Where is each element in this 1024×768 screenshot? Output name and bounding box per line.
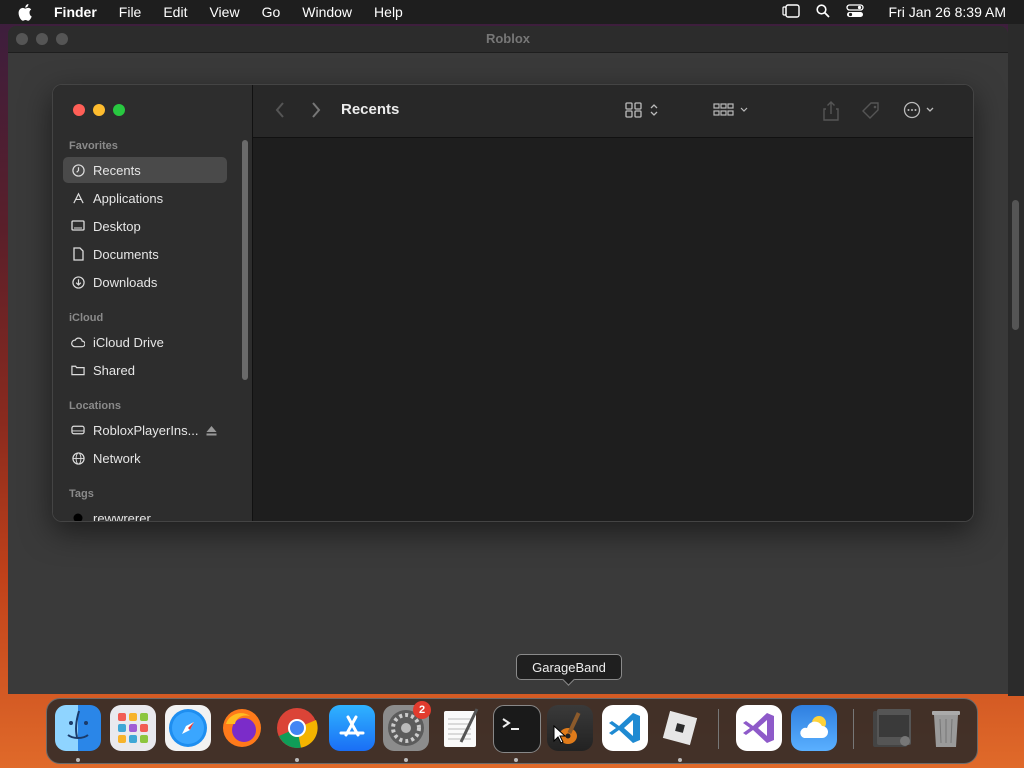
- background-window-scrollbar: [1008, 24, 1024, 696]
- desktop-icon: [71, 219, 85, 233]
- running-indicator: [76, 758, 80, 762]
- menu-view[interactable]: View: [209, 4, 239, 20]
- trash-icon[interactable]: [923, 705, 969, 751]
- group-icon[interactable]: [713, 101, 751, 119]
- sidebar-item-label: Network: [93, 450, 141, 466]
- menu-help[interactable]: Help: [374, 4, 403, 20]
- menu-file[interactable]: File: [119, 4, 142, 20]
- shared-folder-icon: [71, 363, 85, 377]
- tag-dot-icon: [71, 511, 85, 521]
- terminal-app-icon[interactable]: [493, 705, 541, 753]
- firefox-app-icon[interactable]: [219, 705, 265, 751]
- tags-label: Tags: [69, 488, 94, 500]
- forward-icon[interactable]: [311, 101, 321, 119]
- sidebar-item-label: rewwrerer: [93, 510, 151, 522]
- sidebar-item-label: Shared: [93, 362, 135, 378]
- tag-icon[interactable]: [861, 101, 881, 121]
- apple-icon[interactable]: [18, 3, 36, 21]
- close-button[interactable]: [73, 104, 85, 116]
- network-icon: [71, 451, 85, 465]
- safari-app-icon[interactable]: [165, 705, 211, 751]
- sidebar-item-applications[interactable]: Applications: [63, 185, 227, 211]
- sidebar-item-desktop[interactable]: Desktop: [63, 213, 227, 239]
- download-icon: [71, 275, 85, 289]
- finder-content-area[interactable]: [253, 138, 973, 521]
- running-indicator: [404, 758, 408, 762]
- sidebar-item-label: RobloxPlayerIns...: [93, 422, 199, 438]
- mouse-cursor-icon: [553, 725, 567, 744]
- running-indicator: [514, 758, 518, 762]
- dock-tooltip: GarageBand: [516, 654, 622, 680]
- sidebar-item-label: iCloud Drive: [93, 334, 164, 350]
- sidebar-item-documents[interactable]: Documents: [63, 241, 227, 267]
- cloud-icon: [71, 335, 85, 349]
- running-indicator: [678, 758, 682, 762]
- finder-window: Favorites Recents Applications Desktop D…: [52, 84, 974, 522]
- finder-title: Recents: [341, 101, 400, 118]
- back-icon[interactable]: [275, 101, 285, 119]
- menu-edit[interactable]: Edit: [163, 4, 187, 20]
- sidebar-item-label: Downloads: [93, 274, 158, 290]
- visual-studio-app-icon[interactable]: [736, 705, 782, 751]
- sidebar-item-tag[interactable]: rewwrerer: [63, 505, 227, 522]
- menu-go[interactable]: Go: [262, 4, 281, 20]
- dock: 2: [46, 698, 978, 764]
- dock-separator: [718, 709, 719, 749]
- disk-icon: [71, 423, 85, 437]
- window-title: Roblox: [485, 31, 531, 46]
- running-indicator: [295, 758, 299, 762]
- finder-app-icon[interactable]: [55, 705, 101, 751]
- sidebar-item-label: Recents: [93, 162, 141, 178]
- scrollbar-thumb[interactable]: [1012, 200, 1019, 330]
- dock-separator: [853, 709, 854, 749]
- favorites-label: Favorites: [69, 140, 118, 152]
- finder-toolbar: Recents: [253, 85, 973, 138]
- sidebar-item-label: Desktop: [93, 218, 141, 234]
- sidebar-scrollbar[interactable]: [242, 140, 248, 380]
- finder-sidebar: Favorites Recents Applications Desktop D…: [53, 85, 253, 521]
- app-store-icon[interactable]: [329, 705, 375, 751]
- menu-bar: Finder File Edit View Go Window Help Fri…: [0, 0, 1024, 24]
- sidebar-item-icloud-drive[interactable]: iCloud Drive: [63, 329, 227, 355]
- icloud-label: iCloud: [69, 312, 104, 324]
- locations-label: Locations: [69, 400, 121, 412]
- more-icon[interactable]: [903, 101, 937, 119]
- downloads-stack-icon[interactable]: [869, 705, 915, 751]
- menu-window[interactable]: Window: [302, 4, 352, 20]
- sidebar-item-downloads[interactable]: Downloads: [63, 269, 227, 295]
- share-icon[interactable]: [823, 101, 839, 121]
- control-center-icon[interactable]: [846, 3, 865, 21]
- system-settings-app-icon[interactable]: 2: [383, 701, 431, 751]
- sidebar-item-network[interactable]: Network: [63, 445, 227, 471]
- zoom-button[interactable]: [113, 104, 125, 116]
- applications-icon: [71, 191, 85, 205]
- notification-badge: 2: [413, 701, 431, 719]
- roblox-app-icon[interactable]: [657, 705, 703, 751]
- view-grid-icon[interactable]: [625, 101, 661, 119]
- sidebar-item-label: Documents: [93, 246, 159, 262]
- sidebar-item-robloxplayer-disk[interactable]: RobloxPlayerIns...: [63, 417, 227, 443]
- vscode-app-icon[interactable]: [602, 705, 648, 751]
- sidebar-item-shared[interactable]: Shared: [63, 357, 227, 383]
- document-icon: [71, 247, 85, 261]
- minimize-button[interactable]: [93, 104, 105, 116]
- launchpad-app-icon[interactable]: [110, 705, 156, 751]
- menu-finder[interactable]: Finder: [54, 4, 97, 20]
- sidebar-item-label: Applications: [93, 190, 164, 206]
- roblox-titlebar: Roblox: [8, 26, 1008, 53]
- menu-clock[interactable]: Fri Jan 26 8:39 AM: [888, 4, 1006, 20]
- sidebar-item-recents[interactable]: Recents: [63, 157, 227, 183]
- textedit-app-icon[interactable]: [438, 705, 484, 751]
- weather-app-icon[interactable]: [791, 705, 837, 751]
- eject-icon[interactable]: [206, 424, 217, 439]
- stage-manager-icon[interactable]: [782, 3, 801, 21]
- chrome-app-icon[interactable]: [274, 705, 320, 751]
- search-icon[interactable]: [816, 3, 831, 21]
- clock-icon: [71, 163, 85, 177]
